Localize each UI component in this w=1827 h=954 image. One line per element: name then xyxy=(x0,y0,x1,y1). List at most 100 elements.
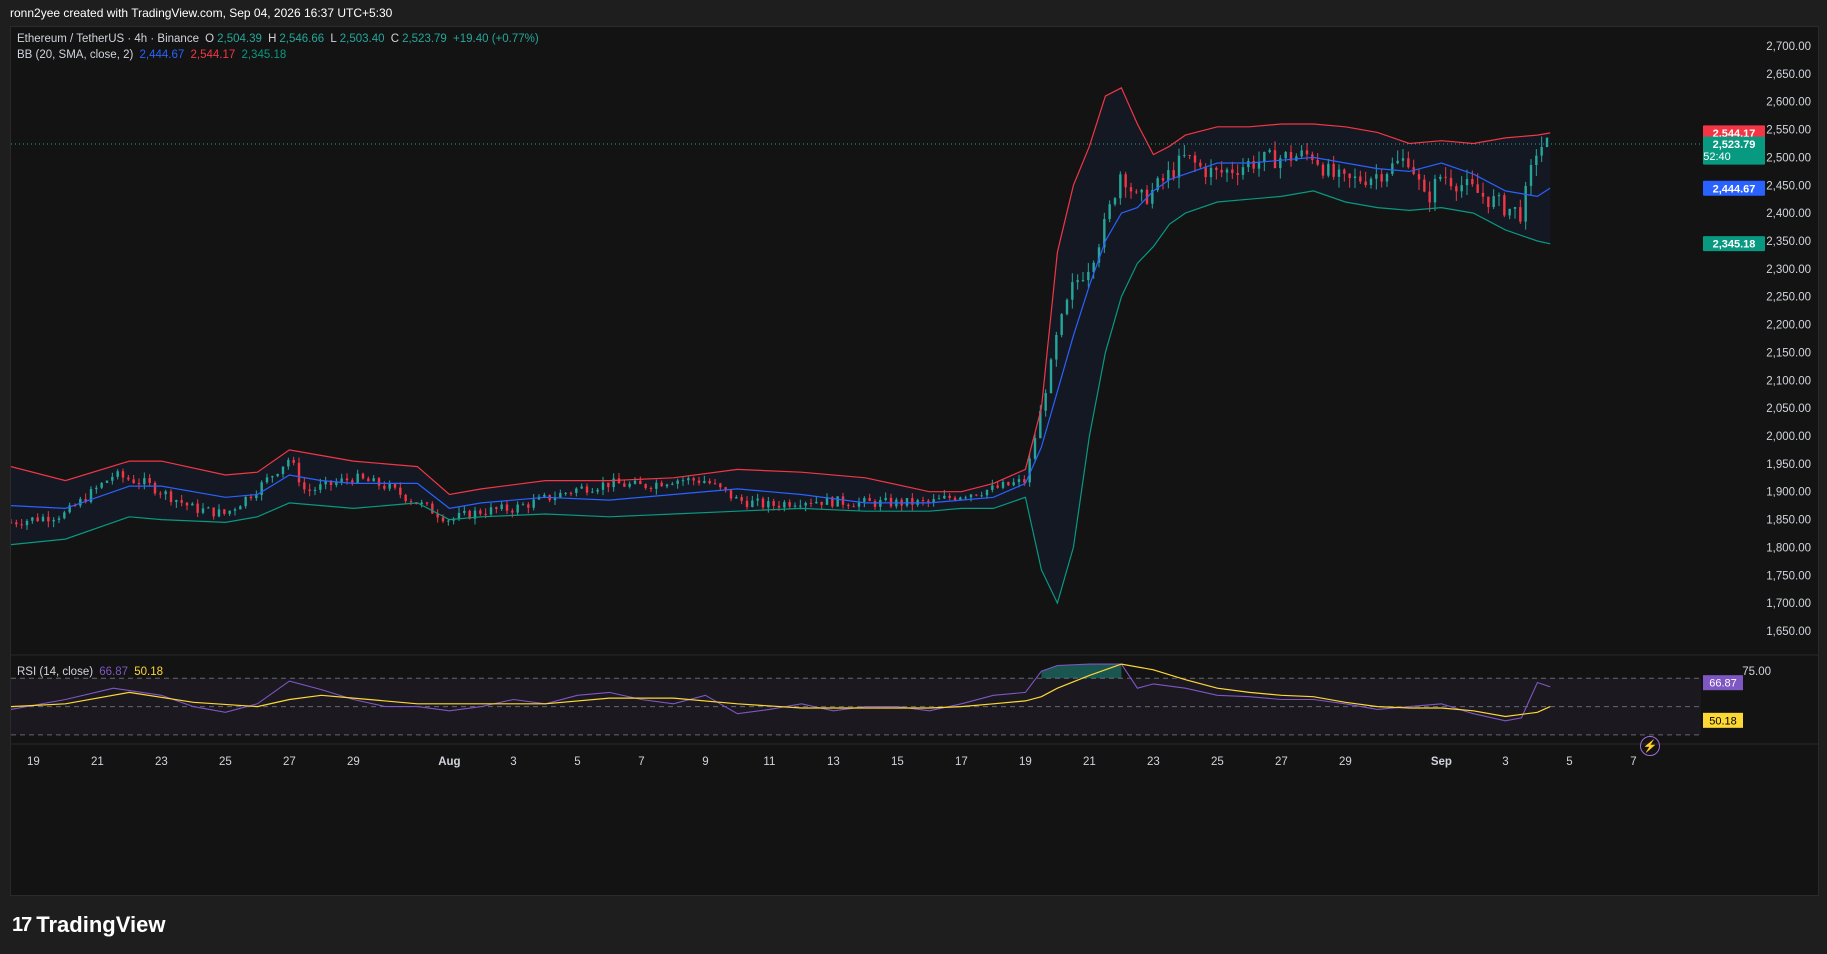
candle-body xyxy=(431,503,434,514)
candle-body xyxy=(356,473,359,483)
candle-body xyxy=(15,522,18,525)
candle-body xyxy=(735,497,738,499)
candle-body xyxy=(1492,196,1495,208)
price-tick-label: 2,200.00 xyxy=(1766,320,1811,332)
candle-body xyxy=(292,459,295,463)
price-tick-label: 2,650.00 xyxy=(1766,69,1811,81)
candle-body xyxy=(105,480,109,483)
candle-body xyxy=(671,483,674,485)
time-axis[interactable]: 19 21 23 25 27 29 Aug 3 5 7 9 11 13 15 17 19 21 23 25 27 29 S… xyxy=(27,756,1637,768)
rsi-legend[interactable]: RSI (14, close) 66.87 50.18 xyxy=(17,666,166,678)
candle-body xyxy=(1177,155,1181,178)
candle-body xyxy=(463,510,466,513)
rsi-ma-legend-value: 50.18 xyxy=(134,666,164,678)
candle-body xyxy=(521,504,525,506)
candle-body xyxy=(1513,207,1517,209)
candle-body xyxy=(1471,178,1474,185)
candle-body xyxy=(1081,280,1085,282)
candle-body xyxy=(127,477,130,480)
candle-body xyxy=(1465,178,1469,186)
price-axis[interactable]: 2,700.00 2,650.00 2,600.00 2,550.00 2,500.00… xyxy=(1703,41,1811,638)
candle-body xyxy=(1428,191,1431,203)
candle-body xyxy=(100,482,103,488)
candle-body xyxy=(937,498,941,500)
candle-body xyxy=(409,501,413,503)
candle-body xyxy=(1055,334,1058,360)
candle-body xyxy=(868,498,871,502)
candle-body xyxy=(1535,155,1538,166)
rsi-pane[interactable]: 75.00 66.87 50.18 xyxy=(11,663,1771,736)
price-tick-label: 2,050.00 xyxy=(1766,403,1811,415)
candle-body xyxy=(1215,167,1218,171)
candle-body xyxy=(169,491,173,503)
candle-body xyxy=(511,510,514,513)
candle-body xyxy=(948,495,951,498)
lightning-icon[interactable]: ⚡ xyxy=(1640,736,1660,756)
candle-body xyxy=(201,508,205,513)
candle-body xyxy=(980,495,983,497)
price-tick-label: 2,100.00 xyxy=(1766,375,1811,387)
candle-body xyxy=(399,487,402,495)
price-tick-label: 2,550.00 xyxy=(1766,125,1811,137)
tv-logo-icon: 17 xyxy=(12,913,32,936)
candle-body xyxy=(489,507,493,515)
candle-body xyxy=(596,489,599,492)
candle-body xyxy=(1348,173,1351,178)
candle-body xyxy=(1444,176,1447,178)
candle-body xyxy=(1529,165,1533,186)
bb-lower-line xyxy=(11,190,1551,605)
bb-lower-badge: 2,345.18 xyxy=(1713,239,1756,251)
candle-body xyxy=(20,524,23,526)
candle-body xyxy=(121,471,125,478)
candle-body xyxy=(1364,181,1367,186)
candle-body xyxy=(1401,158,1405,161)
candle-body xyxy=(159,493,162,495)
candle-body xyxy=(783,502,786,508)
rsi-label[interactable]: RSI (14, close) xyxy=(17,666,93,678)
candle-body xyxy=(516,504,519,513)
bb-basis-line xyxy=(11,156,1551,510)
candle-body xyxy=(1268,150,1271,152)
candle-body xyxy=(1167,170,1170,181)
candle-body xyxy=(116,471,119,477)
candle-body xyxy=(799,505,802,507)
candle-body xyxy=(1305,150,1309,155)
candle-body xyxy=(1449,177,1453,187)
candle-body xyxy=(1524,185,1527,222)
candle-body xyxy=(63,512,66,519)
time-tick-label: 19 xyxy=(1019,756,1032,768)
candle-body xyxy=(143,478,146,485)
price-tick-label: 1,700.00 xyxy=(1766,598,1811,610)
candle-body xyxy=(36,517,39,522)
price-tick-label: 2,700.00 xyxy=(1766,41,1811,53)
candle-body xyxy=(713,483,717,485)
tradingview-logo[interactable]: 17 TradingView xyxy=(12,912,165,938)
candle-body xyxy=(137,483,141,485)
candle-body xyxy=(1540,146,1543,156)
bb-legend[interactable]: BB (20, SMA, close, 2) 2,444.67 2,544.17… xyxy=(17,49,289,61)
candle-body xyxy=(276,473,279,477)
time-tick-label: 17 xyxy=(955,756,968,768)
candle-body xyxy=(1193,155,1197,163)
candle-body xyxy=(1391,163,1394,175)
candle-body xyxy=(1332,163,1335,177)
symbol-legend[interactable]: Ethereum / TetherUS · 4h · Binance O 2,50… xyxy=(17,33,542,45)
bb-label[interactable]: BB (20, SMA, close, 2) xyxy=(17,49,133,61)
candle-body xyxy=(543,494,546,497)
candle-body xyxy=(1087,271,1090,281)
candle-body xyxy=(1113,198,1117,205)
candle-body xyxy=(676,480,679,484)
bollinger-fill xyxy=(11,87,1551,604)
symbol-name[interactable]: Ethereum / TetherUS · 4h · Binance xyxy=(17,33,199,45)
candle-body xyxy=(991,485,994,490)
price-tick-label: 1,750.00 xyxy=(1766,570,1811,582)
candle-body xyxy=(1236,173,1239,175)
candle-body xyxy=(687,478,690,481)
time-tick-label: 11 xyxy=(763,756,775,768)
candle-body xyxy=(1380,174,1383,182)
candle-body xyxy=(852,506,855,508)
rsi-ma-value-badge: 50.18 xyxy=(1709,715,1737,727)
chart-svg[interactable]: 2,700.00 2,650.00 2,600.00 2,550.00 2,500.00… xyxy=(11,27,1818,895)
chart-frame[interactable]: 2,700.00 2,650.00 2,600.00 2,550.00 2,500.00… xyxy=(10,26,1819,896)
time-tick-label: 13 xyxy=(827,756,840,768)
